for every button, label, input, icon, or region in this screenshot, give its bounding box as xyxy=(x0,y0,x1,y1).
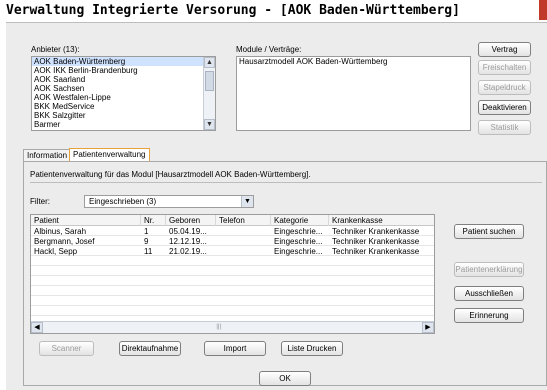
anbieter-item[interactable]: BKK MedService xyxy=(32,102,215,111)
dialog-body: Anbieter (13): AOK Baden-Württemberg AOK … xyxy=(6,22,547,390)
table-row[interactable]: Bergmann, Josef 9 12.12.19... Eingeschrie..… xyxy=(31,237,434,246)
close-button[interactable] xyxy=(539,0,547,20)
module-label: Module / Verträge: xyxy=(236,45,302,54)
liste-drucken-button[interactable]: Liste Drucken xyxy=(281,341,343,356)
scroll-down-icon[interactable]: ▼ xyxy=(204,119,215,130)
anbieter-item[interactable]: AOK Baden-Württemberg xyxy=(32,57,215,66)
scroll-up-icon[interactable]: ▲ xyxy=(204,57,215,68)
scroll-grip-icon: ||| xyxy=(216,324,222,330)
ausschliessen-button[interactable]: Ausschließen xyxy=(454,286,524,301)
table-row-empty xyxy=(31,307,434,316)
anbieter-item[interactable]: AOK IKK Berlin-Brandenburg xyxy=(32,66,215,75)
anbieter-item[interactable]: Barmer xyxy=(32,120,215,129)
module-item[interactable]: Hausarztmodell AOK Baden-Württemberg xyxy=(237,57,470,66)
table-row-empty xyxy=(31,267,434,276)
table-row-empty xyxy=(31,277,434,286)
anbieter-label: Anbieter (13): xyxy=(31,45,80,54)
panel-description: Patientenverwaltung für das Modul [Hausa… xyxy=(30,170,311,179)
scroll-right-icon[interactable]: ▶ xyxy=(422,322,434,333)
table-row[interactable]: Albinus, Sarah 1 05.04.19... Eingeschrie...… xyxy=(31,227,434,236)
col-kategorie[interactable]: Kategorie xyxy=(271,215,329,226)
patient-table[interactable]: Patient Nr. Geboren Telefon Kategorie Kr… xyxy=(30,214,435,334)
cell-nr: 1 xyxy=(144,227,149,236)
freischalten-button[interactable]: Freischalten xyxy=(478,60,531,75)
filter-select[interactable]: Eingeschrieben (3) ▼ xyxy=(84,195,254,208)
anbieter-listbox[interactable]: AOK Baden-Württemberg AOK IKK Berlin-Bran… xyxy=(31,56,216,131)
chevron-down-icon[interactable]: ▼ xyxy=(241,196,253,207)
cell-kategorie: Eingeschrie... xyxy=(274,247,323,256)
cell-nr: 11 xyxy=(144,247,153,256)
window-title: Verwaltung Integrierte Versorung - [AOK … xyxy=(6,3,460,18)
table-header: Patient Nr. Geboren Telefon Kategorie Kr… xyxy=(31,215,434,226)
cell-kasse: Techniker Krankenkasse xyxy=(332,247,420,256)
table-row-empty xyxy=(31,287,434,296)
anbieter-item[interactable]: AOK Sachsen xyxy=(32,84,215,93)
table-row[interactable]: Hackl, Sepp 11 21.02.19... Eingeschrie... Te… xyxy=(31,247,434,256)
tab-information[interactable]: Information xyxy=(23,149,72,161)
filter-value: Eingeschrieben (3) xyxy=(89,197,157,206)
cell-telefon xyxy=(216,247,271,256)
col-nr[interactable]: Nr. xyxy=(141,215,166,226)
cell-geboren: 05.04.19... xyxy=(169,227,207,236)
separator xyxy=(30,182,542,183)
ok-button[interactable]: OK xyxy=(259,371,311,386)
cell-kategorie: Eingeschrie... xyxy=(274,227,323,236)
col-krankenkasse[interactable]: Krankenkasse xyxy=(329,215,434,226)
anbieter-item[interactable]: BKK Salzgitter xyxy=(32,111,215,120)
deaktivieren-button[interactable]: Deaktivieren xyxy=(478,100,531,115)
erinnerung-button[interactable]: Erinnerung xyxy=(454,308,524,323)
vertrag-button[interactable]: Vertrag xyxy=(478,42,531,57)
cell-telefon xyxy=(216,237,271,246)
cell-kasse: Techniker Krankenkasse xyxy=(332,237,420,246)
cell-patient: Bergmann, Josef xyxy=(34,237,95,246)
table-row-empty xyxy=(31,297,434,306)
import-button[interactable]: Import xyxy=(204,341,266,356)
col-patient[interactable]: Patient xyxy=(31,215,141,226)
cell-patient: Hackl, Sepp xyxy=(34,247,78,256)
direktaufnahme-button[interactable]: Direktaufnahme xyxy=(119,341,181,356)
cell-kategorie: Eingeschrie... xyxy=(274,237,323,246)
statistik-button[interactable]: Statistik xyxy=(478,120,531,135)
cell-nr: 9 xyxy=(144,237,149,246)
filter-label: Filter: xyxy=(30,197,50,206)
tab-panel: Patientenverwaltung für das Modul [Hausa… xyxy=(23,161,547,386)
patient-suchen-button[interactable]: Patient suchen xyxy=(454,224,524,239)
cell-patient: Albinus, Sarah xyxy=(34,227,87,236)
tab-patientenverwaltung[interactable]: Patientenverwaltung xyxy=(69,148,150,161)
scanner-button[interactable]: Scanner xyxy=(39,341,94,356)
col-geboren[interactable]: Geboren xyxy=(166,215,216,226)
patientenerklaerung-button[interactable]: Patientenerklärung xyxy=(454,262,524,277)
cell-telefon xyxy=(216,227,271,236)
scroll-left-icon[interactable]: ◀ xyxy=(31,322,43,333)
anbieter-item[interactable]: AOK Westfalen-Lippe xyxy=(32,93,215,102)
table-row-empty xyxy=(31,257,434,266)
col-telefon[interactable]: Telefon xyxy=(216,215,271,226)
module-listbox[interactable]: Hausarztmodell AOK Baden-Württemberg xyxy=(236,56,471,131)
stapeldruck-button[interactable]: Stapeldruck xyxy=(478,80,531,95)
anbieter-item[interactable]: AOK Saarland xyxy=(32,75,215,84)
cell-geboren: 12.12.19... xyxy=(169,237,207,246)
cell-geboren: 21.02.19... xyxy=(169,247,207,256)
cell-kasse: Techniker Krankenkasse xyxy=(332,227,420,236)
anbieter-scrollbar[interactable]: ▲ ▼ xyxy=(203,57,215,130)
table-hscrollbar[interactable]: ◀ ||| ▶ xyxy=(31,321,434,333)
scroll-thumb[interactable] xyxy=(205,71,214,91)
